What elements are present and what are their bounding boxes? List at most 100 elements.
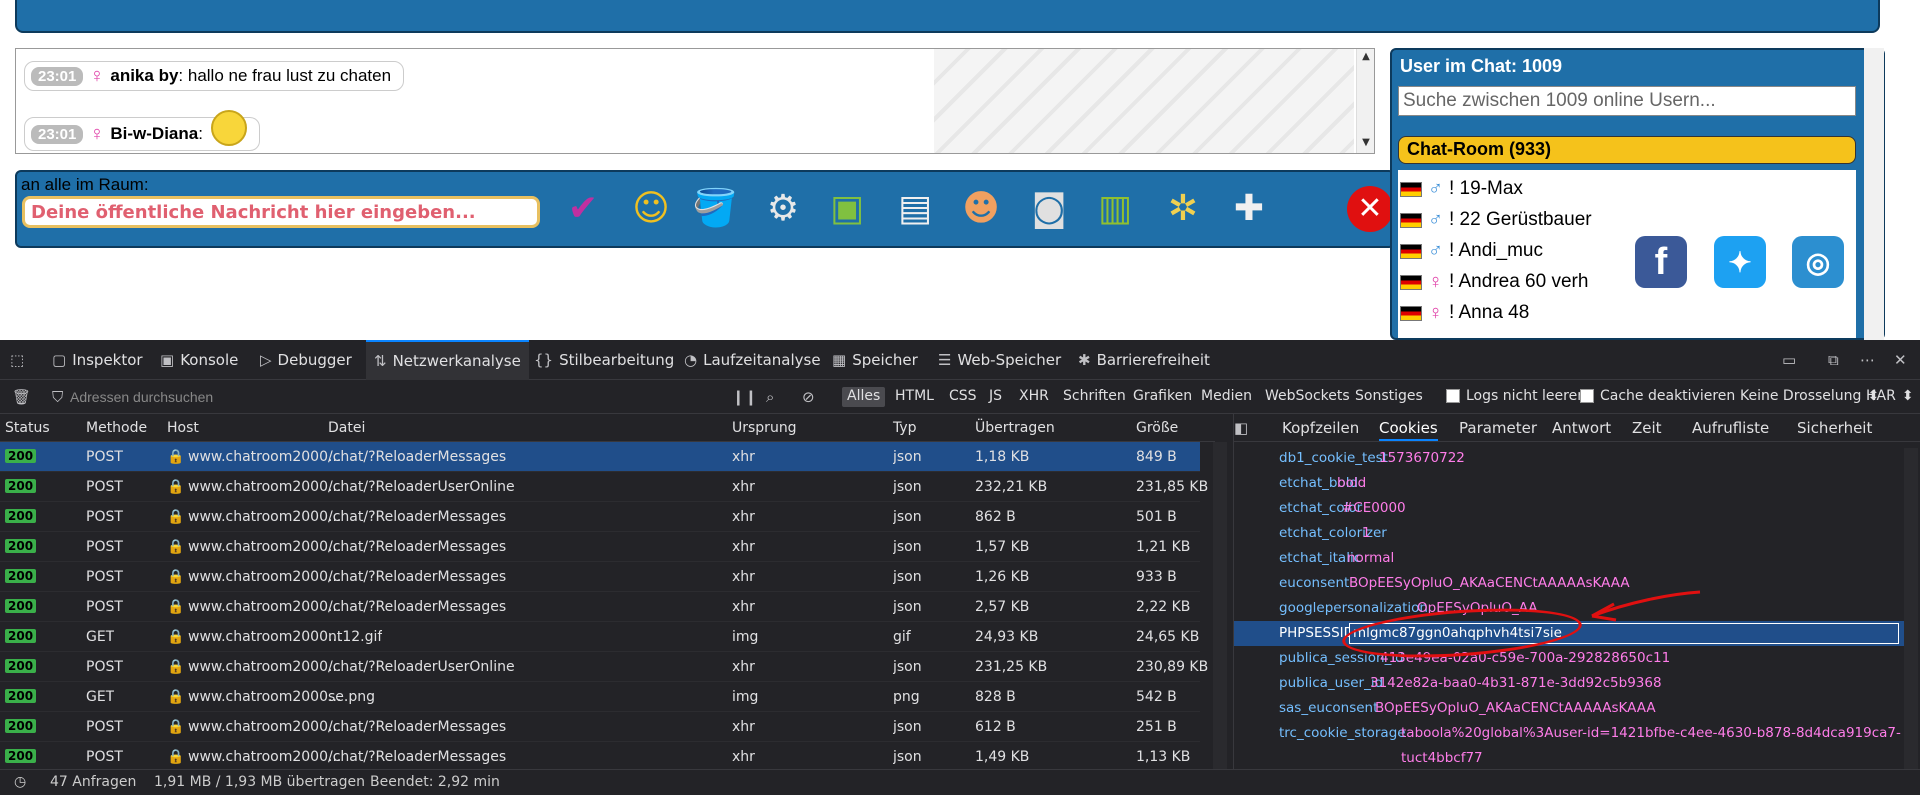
cookie-row[interactable]: publica_user_id 3142e82a-baa0-4b31-871e-3… — [1234, 671, 1904, 696]
tab-kopfzeilen[interactable]: Kopfzeilen — [1282, 419, 1359, 437]
table-row[interactable]: 200 🔒 GET www.chatroom2000... nt12.gif img gif… — [0, 622, 1200, 652]
user-name[interactable]: ! Andrea 60 verh — [1449, 271, 1588, 293]
filter-schriften[interactable]: Schriften — [1058, 387, 1131, 407]
cookie-row[interactable]: db1_cookie_test 1573670722 — [1234, 446, 1904, 471]
filter-css[interactable]: CSS — [944, 387, 982, 407]
filter-websockets[interactable]: WebSockets — [1260, 387, 1355, 407]
filter-sonstiges[interactable]: Sonstiges — [1350, 387, 1428, 407]
cookie-row[interactable]: trc_cookie_storage taboola%20global%3Ause… — [1234, 721, 1904, 746]
tab-parameter[interactable]: Parameter — [1459, 419, 1537, 437]
user-row[interactable]: ♂ ! 22 Gerüstbauer — [1400, 205, 1592, 235]
throttle-select[interactable]: Keine Drosselung ⬍ — [1740, 388, 1879, 404]
tab-cookies[interactable]: Cookies — [1379, 419, 1438, 441]
scroll-up-icon[interactable]: ▲ — [1357, 51, 1374, 65]
camera-icon[interactable]: ◙ — [1023, 184, 1075, 234]
instagram-camera-icon[interactable]: ◎ — [1792, 236, 1844, 288]
block-icon[interactable]: ⊘ — [802, 380, 815, 414]
news-icon[interactable]: ▤ — [889, 184, 941, 234]
tab-netzwerkanalyse[interactable]: ⇅ Netzwerkanalyse — [366, 340, 529, 380]
persist-logs-checkbox[interactable]: Logs nicht leeren — [1446, 388, 1586, 404]
table-row[interactable]: 200 🔒 POST www.chatroom2000.../chat/?Reload… — [0, 562, 1200, 592]
tab-stilbearbeitung[interactable]: {} Stilbearbeitung — [534, 340, 674, 380]
tab-web-speicher[interactable]: ☰ Web-Speicher — [938, 340, 1061, 380]
user-name[interactable]: ! Andi_muc — [1449, 240, 1543, 262]
table-row[interactable]: 200 🔒 POST www.chatroom2000.../chat/?Reload… — [0, 652, 1208, 682]
filter-html[interactable]: HTML — [890, 387, 939, 407]
scroll-down-icon[interactable]: ▼ — [1357, 137, 1374, 151]
public-message-input[interactable] — [22, 196, 540, 228]
table-row[interactable]: 200 🔒 POST www.chatroom2000.../chat/?Reload… — [0, 592, 1200, 622]
table-row[interactable]: 200 🔒 POST www.chatroom2000.../chat/?Reload… — [0, 502, 1200, 532]
tab-zeit[interactable]: Zeit — [1632, 419, 1662, 437]
tab-aufrufliste[interactable]: Aufrufliste — [1692, 419, 1769, 437]
column-datei[interactable]: Datei — [328, 420, 365, 436]
search-icon[interactable]: ⌕ — [766, 380, 774, 414]
table-row[interactable]: 200 🔒 POST www.chatroom2000.../chat/?Reload… — [0, 472, 1208, 502]
basket-icon[interactable]: ▥ — [1089, 184, 1141, 234]
gamepad-icon[interactable]: ✚ — [1223, 184, 1275, 234]
table-row[interactable]: 200 🔒 POST www.chatroom2000.../chat/?Reload… — [0, 742, 1200, 772]
column-host[interactable]: Host — [167, 420, 199, 436]
responsive-icon[interactable]: ▭ — [1782, 340, 1796, 380]
har-menu[interactable]: HAR ⬍ — [1866, 388, 1914, 404]
panel-toggle-icon[interactable]: ◧ — [1234, 419, 1248, 437]
sidebar-scrollbar[interactable] — [1864, 48, 1884, 340]
cookie-row[interactable]: etchat_colorizer 1 — [1234, 521, 1904, 546]
filter-xhr[interactable]: XHR — [1014, 387, 1054, 407]
cookie-row[interactable]: googlepersonalization OpEESyOpluO_AA — [1234, 596, 1904, 621]
cookie-value[interactable]: mlgmc87ggn0ahqphvh4tsi7sie — [1349, 623, 1899, 644]
table-row[interactable]: 200 🔒 GET www.chatroom2000... se.png img png 82… — [0, 682, 1200, 712]
group-icon[interactable]: ✲ — [1157, 184, 1209, 234]
user-search-input[interactable] — [1398, 86, 1856, 116]
tab-konsole[interactable]: ▣ Konsole — [160, 340, 238, 380]
cookie-row[interactable]: publica_session_id 413e49ea-02a0-c59e-700… — [1234, 646, 1904, 671]
twitter-bird-icon[interactable]: ✦ — [1714, 236, 1766, 288]
column-groesse[interactable]: Größe — [1136, 420, 1178, 436]
gear-icon[interactable]: ⚙ — [757, 184, 809, 234]
filter-alles[interactable]: Alles — [842, 387, 886, 407]
user-row[interactable]: ♀ ! Anna 48 — [1400, 298, 1529, 328]
user-row[interactable]: ♂ ! 19-Max — [1400, 174, 1523, 204]
filter-medien[interactable]: Medien — [1196, 387, 1257, 407]
cookie-row[interactable]: sas_euconsent BOpEESyOpluO_AKAaCENCtAAAAA… — [1234, 696, 1904, 721]
column-status[interactable]: Status — [5, 420, 50, 436]
message-nick[interactable]: Bi-w-Diana — [110, 124, 198, 144]
wink-smiley-icon[interactable]: ☺ — [625, 184, 677, 234]
user-row[interactable]: ♀ ! Andrea 60 verh — [1400, 267, 1588, 297]
pause-icon[interactable]: ❙❙ — [732, 380, 757, 414]
url-filter-input[interactable] — [70, 386, 710, 408]
close-devtools-icon[interactable]: ✕ — [1894, 340, 1907, 380]
checkbox-box[interactable] — [1446, 389, 1460, 403]
request-list-scrollbar[interactable] — [1213, 442, 1227, 769]
tab-laufzeitanalyse[interactable]: ◔ Laufzeitanalyse — [684, 340, 821, 380]
filter-grafiken[interactable]: Grafiken — [1128, 387, 1197, 407]
user-name[interactable]: ! Anna 48 — [1449, 302, 1529, 324]
chat-scrollbar[interactable]: ▲ ▼ — [1356, 49, 1374, 153]
dock-icon[interactable]: ⧉ — [1828, 340, 1839, 380]
element-picker-icon[interactable]: ⬚ — [10, 340, 24, 380]
detail-scrollbar[interactable] — [1904, 448, 1918, 769]
user-name[interactable]: ! 22 Gerüstbauer — [1449, 209, 1592, 231]
cookie-row[interactable]: etchat_italic normal — [1234, 546, 1904, 571]
user-row[interactable]: ♂ ! Andi_muc — [1400, 236, 1543, 266]
filter-js[interactable]: JS — [984, 387, 1007, 407]
tab-antwort[interactable]: Antwort — [1552, 419, 1611, 437]
tab-barrierefreiheit[interactable]: ✱ Barrierefreiheit — [1078, 340, 1210, 380]
user-name[interactable]: ! 19-Max — [1449, 178, 1523, 200]
tab-speicher[interactable]: ▦ Speicher — [832, 340, 918, 380]
column-methode[interactable]: Methode — [86, 420, 147, 436]
table-row[interactable]: 200 🔒 POST www.chatroom2000.../chat/?Reload… — [0, 532, 1200, 562]
message-nick[interactable]: anika by — [110, 66, 178, 86]
profile-card-icon[interactable]: ▣ — [821, 184, 873, 234]
cookie-row[interactable]: PHPSESSID mlgmc87ggn0ahqphvh4tsi7sie — [1234, 621, 1904, 646]
table-row[interactable]: 200 🔒 POST www.chatroom2000.../chat/?Reload… — [0, 712, 1200, 742]
checkbox-box[interactable] — [1580, 389, 1594, 403]
cookie-row[interactable]: tuct4bbcf77 — [1234, 746, 1904, 771]
table-row[interactable]: 200 🔒 POST www.chatroom2000.../chat/?Reload… — [0, 442, 1200, 472]
cookie-row[interactable]: etchat_bold bold — [1234, 471, 1904, 496]
tab-sicherheit[interactable]: Sicherheit — [1797, 419, 1872, 437]
tab-inspektor[interactable]: ▢ Inspektor — [52, 340, 143, 380]
cookie-row[interactable]: etchat_color #CE0000 — [1234, 496, 1904, 521]
check-icon[interactable]: ✔ — [557, 184, 609, 234]
cookie-row[interactable]: euconsent BOpEESyOpluO_AKAaCENCtAAAAAsKAA… — [1234, 571, 1904, 596]
